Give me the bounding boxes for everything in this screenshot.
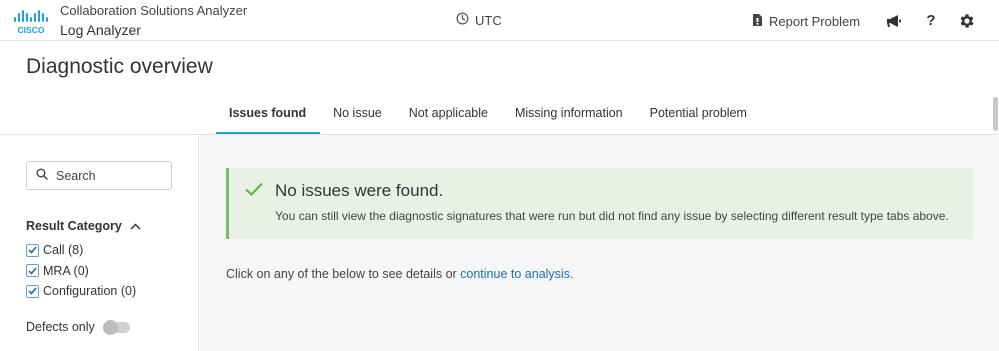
category-label: MRA (0): [43, 263, 89, 278]
report-problem-button[interactable]: Report Problem: [752, 13, 860, 30]
top-bar: CISCO Collaboration Solutions Analyzer L…: [0, 0, 999, 41]
page-title: Diagnostic overview: [26, 55, 213, 78]
tab-not-applicable[interactable]: Not applicable: [396, 96, 502, 134]
toggle-knob: [102, 319, 118, 335]
check-icon: [244, 181, 264, 202]
checkbox-checked-icon[interactable]: [26, 284, 39, 298]
category-item-mra[interactable]: MRA (0): [26, 261, 136, 282]
category-item-call[interactable]: Call (8): [26, 240, 136, 261]
category-item-configuration[interactable]: Configuration (0): [26, 281, 136, 302]
filter-sidebar: Result Category Call (8) MRA (0) Configu…: [0, 135, 199, 351]
tab-no-issue[interactable]: No issue: [320, 96, 396, 134]
alert-title: No issues were found.: [275, 181, 444, 200]
result-type-tabs: Issues found No issue Not applicable Mis…: [216, 96, 761, 134]
hint-text: Click on any of the below to see details…: [226, 267, 461, 281]
result-category-title: Result Category: [26, 219, 122, 233]
tab-missing-information[interactable]: Missing information: [502, 96, 637, 134]
defects-only-filter: Defects only: [26, 319, 130, 335]
result-category-toggle[interactable]: Result Category: [26, 219, 141, 233]
report-icon: [752, 13, 763, 30]
tab-potential-problem[interactable]: Potential problem: [637, 96, 761, 134]
category-list: Call (8) MRA (0) Configuration (0): [26, 240, 136, 302]
timezone-label: UTC: [475, 12, 502, 28]
search-input[interactable]: [56, 168, 156, 183]
clock-icon: [456, 12, 469, 28]
analysis-hint: Click on any of the below to see details…: [226, 267, 573, 281]
hint-end: .: [569, 267, 574, 281]
search-icon: [36, 168, 48, 183]
tab-issues-found[interactable]: Issues found: [216, 96, 321, 134]
report-problem-label: Report Problem: [769, 14, 861, 29]
alert-message: You can still view the diagnostic signat…: [275, 209, 949, 223]
category-label: Call (8): [43, 243, 84, 258]
app-name: Collaboration Solutions Analyzer: [60, 3, 248, 18]
checkbox-checked-icon[interactable]: [26, 264, 39, 278]
no-issues-alert: No issues were found. You can still view…: [226, 168, 973, 239]
app-subtitle: Log Analyzer: [60, 22, 141, 38]
gear-icon[interactable]: [958, 12, 976, 30]
timezone-indicator[interactable]: UTC: [456, 12, 502, 28]
defects-only-toggle[interactable]: [102, 319, 130, 335]
help-icon[interactable]: ?: [922, 12, 940, 30]
checkbox-checked-icon[interactable]: [26, 243, 39, 257]
category-label: Configuration (0): [43, 284, 137, 299]
defects-only-label: Defects only: [26, 320, 95, 334]
chevron-up-icon: [130, 219, 141, 233]
app-titles: Collaboration Solutions Analyzer Log Ana…: [60, 3, 247, 38]
results-panel: No issues were found. You can still view…: [200, 135, 999, 351]
megaphone-icon[interactable]: [885, 12, 903, 30]
search-box[interactable]: [26, 161, 172, 190]
continue-to-analysis-link[interactable]: continue to analysis: [460, 267, 570, 281]
page-scrollbar[interactable]: [993, 97, 998, 131]
brand-text: CISCO: [18, 25, 45, 35]
cisco-logo[interactable]: CISCO: [13, 9, 49, 35]
